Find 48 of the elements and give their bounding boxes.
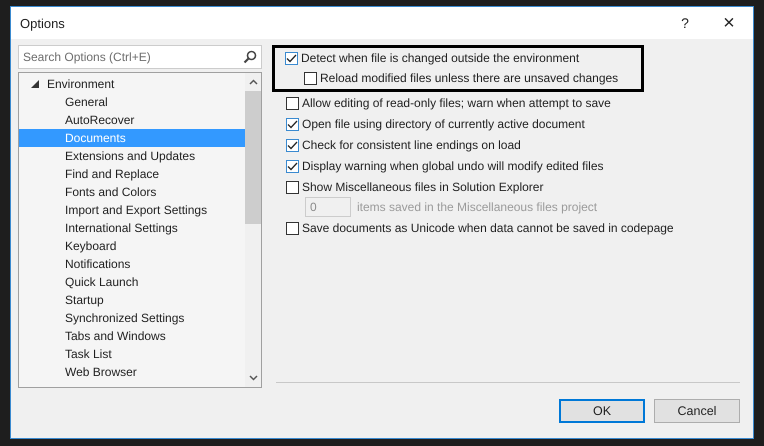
scrollbar[interactable]: [245, 73, 261, 387]
tree-item[interactable]: General: [19, 93, 245, 111]
tree-item[interactable]: Fonts and Colors: [19, 183, 245, 201]
help-button[interactable]: ?: [665, 8, 705, 38]
tree-item[interactable]: Task List: [19, 345, 245, 363]
tree-item[interactable]: Find and Replace: [19, 165, 245, 183]
tree-item[interactable]: International Settings: [19, 219, 245, 237]
tree-item[interactable]: Import and Export Settings: [19, 201, 245, 219]
checkbox[interactable]: [286, 160, 299, 172]
dialog-button[interactable]: OK: [559, 399, 645, 423]
checkbox[interactable]: [286, 180, 299, 194]
window-title: Options: [20, 16, 65, 30]
checkmark-icon: [287, 162, 298, 170]
tree-item[interactable]: Quick Launch: [19, 273, 245, 291]
option-label: items saved in the Miscellaneous files project: [357, 200, 598, 214]
option-label: Display warning when global undo will modify edited files: [302, 159, 604, 173]
option-label: Allow editing of read-only files; warn when attempt to save: [302, 96, 611, 110]
option-label: Show Miscellaneous files in Solution Explorer: [302, 180, 544, 194]
option-label: Save documents as Unicode when data cannot be saved in codepage: [302, 221, 674, 235]
tree-item[interactable]: Keyboard: [19, 237, 245, 255]
scroll-down-icon: [248, 375, 258, 381]
tree-item[interactable]: Synchronized Settings: [19, 309, 245, 327]
checkbox[interactable]: [304, 72, 317, 84]
dialog-button[interactable]: Cancel: [654, 399, 740, 423]
checkmark-icon: [287, 140, 298, 150]
option-label: Open file using directory of currently active document: [302, 117, 585, 131]
scroll-up-icon: [248, 79, 258, 85]
tree-item[interactable]: Startup: [19, 291, 245, 309]
tree-item[interactable]: Web Browser: [19, 363, 245, 381]
search-field[interactable]: Search Options (Ctrl+E): [18, 45, 262, 69]
checkbox[interactable]: [285, 52, 298, 64]
tree-item[interactable]: AutoRecover: [19, 111, 245, 129]
close-button[interactable]: ×: [705, 8, 753, 38]
checkbox[interactable]: [286, 222, 299, 234]
checkbox[interactable]: [286, 96, 299, 110]
option-label: Check for consistent line endings on load: [302, 138, 521, 152]
search-icon: [243, 50, 257, 64]
checkmark-icon: [286, 54, 297, 62]
checkmark-icon: [287, 120, 298, 128]
checkbox[interactable]: [286, 118, 299, 130]
option-label: Reload modified files unless there are unsaved changes: [320, 71, 618, 85]
scroll-thumb[interactable]: [245, 91, 261, 224]
tree-item[interactable]: Environment: [19, 75, 245, 93]
option-label: Detect when file is changed outside the environment: [301, 51, 580, 65]
tree-item[interactable]: Tabs and Windows: [19, 327, 245, 345]
checkbox[interactable]: [286, 138, 299, 152]
tree-item[interactable]: Extensions and Updates: [19, 147, 245, 165]
tree-item[interactable]: Notifications: [19, 255, 245, 273]
